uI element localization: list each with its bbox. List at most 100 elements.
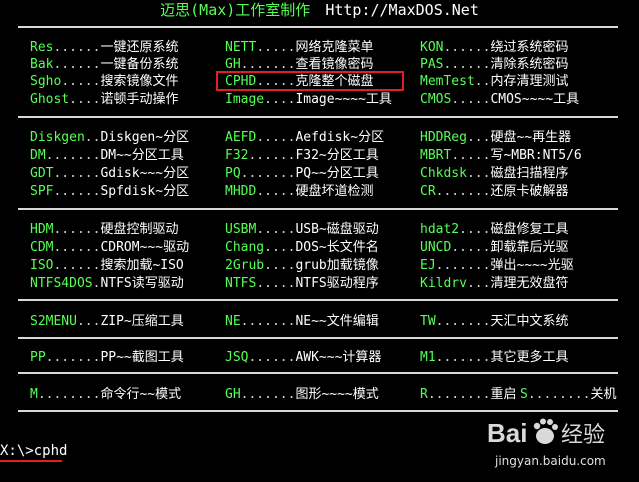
menu-dots: ...: [76, 314, 101, 329]
menu-item-pq[interactable]: PQ.......PQ~~分区工具: [225, 165, 379, 182]
menu-item-s[interactable]: S........关机: [520, 386, 616, 403]
menu-item-spf[interactable]: SPF......Spfdisk~分区: [30, 183, 189, 200]
title-bar: 迈思(Max)工作室制作 Http://MaxDOS.Net: [0, 0, 639, 20]
menu-desc: 清除系统密码: [490, 57, 569, 72]
menu-desc: PP~~截图工具: [100, 350, 184, 365]
website-url: Http://MaxDOS.Net: [325, 1, 479, 19]
menu-dots: ......: [53, 258, 101, 273]
menu-item-2grub[interactable]: 2Grub....grub加载镜像: [225, 257, 379, 274]
menu-dots: .......: [240, 314, 296, 329]
menu-desc: Gdisk~~~分区: [100, 166, 190, 181]
menu-key: PAS: [420, 57, 444, 72]
menu-dots: ...: [466, 276, 491, 291]
menu-item-usbm[interactable]: USBM.....USB~磁盘驱动: [225, 221, 379, 238]
menu-item-jsq[interactable]: JSQ......AWK~~~计算器: [225, 349, 381, 366]
menu-item-aefd[interactable]: AEFD.....Aefdisk~分区: [225, 129, 384, 146]
menu-desc: DOS~长文件名: [295, 240, 379, 255]
menu-key: hdat2: [420, 222, 460, 237]
menu-item-ntfs4dos[interactable]: NTFS4DOS.NTFS读写驱动: [30, 275, 184, 292]
menu-item-pp[interactable]: PP.......PP~~截图工具: [30, 349, 184, 366]
menu-key: NTFS4DOS: [30, 276, 93, 291]
menu-item-nett[interactable]: NETT.....网络克隆菜单: [225, 39, 373, 56]
menu-item-cr[interactable]: CR.......还原卡破解器: [420, 183, 568, 200]
watermark-url: jingyan.baidu.com: [495, 454, 606, 468]
menu-item-hdm[interactable]: HDM......硬盘控制驱动: [30, 221, 178, 238]
menu-item-ej[interactable]: EJ.......弹出~~~~光驱: [420, 257, 574, 274]
menu-item-kon[interactable]: KON......绕过系统密码: [420, 39, 568, 56]
menu-dots: ......: [53, 166, 101, 181]
menu-item-m1[interactable]: M1.......其它更多工具: [420, 349, 568, 366]
menu-item-cdm[interactable]: CDM......CDROM~~~驱动: [30, 239, 189, 256]
menu-dots: .....: [61, 74, 101, 89]
menu-item-ntfs[interactable]: NTFS.....NTFS驱动程序: [225, 275, 379, 292]
menu-item-m[interactable]: M........命令行~~模式: [30, 386, 181, 403]
menu-item-diskgen[interactable]: Diskgen..Diskgen~分区: [30, 129, 189, 146]
menu-key: Image: [225, 92, 265, 107]
menu-item-gh-graphic[interactable]: GH.......图形~~~~模式: [225, 386, 379, 403]
menu-desc: 一键备份系统: [100, 57, 179, 72]
menu-desc: 硬盘~~再生器: [490, 130, 572, 145]
menu-desc: 硬盘控制驱动: [100, 222, 179, 237]
menu-item-f32[interactable]: F32......F32~分区工具: [225, 147, 379, 164]
menu-desc: 天汇中文系统: [490, 314, 569, 329]
svg-text:Bai: Bai: [487, 418, 527, 448]
menu-item-hddreg[interactable]: HDDReg...硬盘~~再生器: [420, 129, 571, 146]
menu-item-ne[interactable]: NE.......NE~~文件编辑: [225, 313, 379, 330]
menu-item-dm[interactable]: DM.......DM~~分区工具: [30, 147, 184, 164]
menu-key: ISO: [30, 258, 54, 273]
menu-desc: 一键还原系统: [100, 40, 179, 55]
menu-dots: ....: [264, 92, 296, 107]
menu-key: MemTest: [420, 74, 475, 89]
prompt-underline: [0, 460, 62, 462]
menu-item-cmos[interactable]: CMOS.....CMOS~~~~工具: [420, 91, 579, 108]
menu-item-tw[interactable]: TW.......天汇中文系统: [420, 313, 568, 330]
menu-item-chkdsk[interactable]: Chkdsk...磁盘扫描程序: [420, 165, 568, 182]
studio-title: 迈思(Max)工作室制作: [160, 1, 311, 19]
menu-item-sgho[interactable]: Sgho.....搜索镜像文件: [30, 73, 178, 90]
menu-key: CR: [420, 184, 436, 199]
baidu-watermark: Bai 经验 jingyan.baidu.com: [487, 412, 627, 474]
menu-dots: .......: [45, 350, 101, 365]
menu-desc: grub加载镜像: [295, 258, 379, 273]
menu-key: UNCD: [420, 240, 452, 255]
menu-item-image[interactable]: Image....Image~~~~工具: [225, 91, 392, 108]
menu-desc: 清理无效盘符: [490, 276, 569, 291]
menu-item-pas[interactable]: PAS......清除系统密码: [420, 56, 568, 73]
menu-dots: .......: [435, 184, 491, 199]
menu-desc: CMOS~~~~工具: [490, 92, 580, 107]
menu-item-r[interactable]: R........重启: [420, 386, 516, 403]
menu-item-memtest[interactable]: MemTest..内存清理测试: [420, 73, 568, 90]
menu-item-mhdd[interactable]: MHDD.....硬盘坏道检测: [225, 183, 373, 200]
menu-item-res[interactable]: Res......一键还原系统: [30, 39, 178, 56]
menu-key: Res: [30, 40, 54, 55]
menu-item-gdt[interactable]: GDT......Gdisk~~~分区: [30, 165, 189, 182]
menu-desc: 命令行~~模式: [100, 387, 182, 402]
command-prompt[interactable]: X:\>cphd: [0, 442, 67, 460]
menu-item-ghost[interactable]: Ghost....诺顿手动操作: [30, 91, 178, 108]
menu-desc: ZIP~压缩工具: [100, 314, 184, 329]
menu-item-uncd[interactable]: UNCD.....卸载靠后光驱: [420, 239, 568, 256]
menu-dots: ......: [53, 240, 101, 255]
menu-item-hdat2[interactable]: hdat2....磁盘修复工具: [420, 221, 568, 238]
menu-item-mbrt[interactable]: MBRT.....写~MBR:NT5/6: [420, 147, 582, 164]
divider: [18, 337, 618, 339]
menu-dots: ........: [527, 387, 591, 402]
menu-key: DM: [30, 148, 46, 163]
menu-key: S: [520, 387, 528, 402]
menu-key: PP: [30, 350, 46, 365]
menu-item-s2menu[interactable]: S2MENU...ZIP~压缩工具: [30, 313, 184, 330]
baidu-logo: Bai 经验: [487, 418, 605, 448]
menu-item-chang[interactable]: Chang....DOS~长文件名: [225, 239, 379, 256]
menu-desc: Spfdisk~分区: [100, 184, 190, 199]
menu-dots: ......: [248, 148, 296, 163]
menu-dots: .....: [256, 40, 296, 55]
menu-item-kildrv[interactable]: Kildrv...清理无效盘符: [420, 275, 568, 292]
menu-key: NE: [225, 314, 241, 329]
menu-dots: .......: [435, 258, 491, 273]
menu-item-iso[interactable]: ISO......搜索加载~ISO: [30, 257, 184, 274]
menu-key: HDM: [30, 222, 54, 237]
menu-desc: 卸载靠后光驱: [490, 240, 569, 255]
menu-desc: 磁盘扫描程序: [490, 166, 569, 181]
menu-item-bak[interactable]: Bak......一键备份系统: [30, 56, 178, 73]
menu-key: Chkdsk: [420, 166, 467, 181]
